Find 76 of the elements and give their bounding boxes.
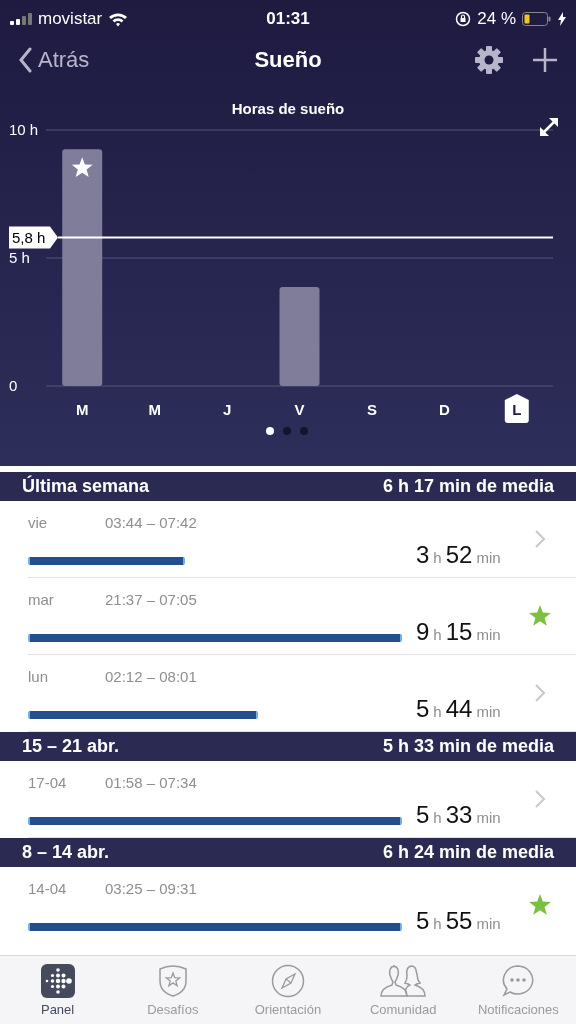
page-dot[interactable] — [283, 427, 291, 435]
rotation-lock-icon — [455, 11, 472, 27]
minutes-unit: min — [476, 549, 501, 566]
time-range: 01:58 – 07:34 — [105, 774, 197, 791]
people-icon — [379, 963, 428, 998]
day-label[interactable]: M — [148, 401, 161, 418]
hours-unit: h — [433, 915, 442, 932]
screen-title: Sueño — [253, 47, 323, 73]
minutes-unit: min — [476, 915, 501, 932]
time-range: 03:44 – 07:42 — [105, 514, 197, 531]
day-label[interactable]: S — [366, 401, 377, 418]
day-label[interactable]: J — [222, 401, 232, 418]
page-dot[interactable] — [300, 427, 308, 435]
minutes-unit: min — [476, 626, 501, 643]
time-range: 03:25 – 09:31 — [105, 880, 197, 897]
axis-label: 5 h — [9, 249, 30, 266]
sleep-entry[interactable]: mar 21:37 – 07:05 9 h 15 min — [28, 578, 576, 655]
entry-day: 14-04 — [28, 880, 105, 897]
day-label[interactable]: L — [512, 401, 522, 418]
time-range: 21:37 – 07:05 — [105, 591, 197, 608]
battery-percent: 24 % — [477, 9, 516, 29]
axis-label: 10 h — [9, 121, 39, 138]
page-dot[interactable] — [266, 427, 274, 435]
duration-hours: 5 — [416, 907, 430, 935]
tab-item[interactable]: Panel — [1, 963, 114, 1017]
charging-bolt-icon — [558, 12, 566, 26]
duration-minutes: 44 — [445, 695, 473, 723]
dots-logo-icon — [40, 963, 75, 998]
duration-hours: 9 — [416, 618, 430, 646]
plus-icon[interactable] — [532, 47, 558, 73]
time-range: 02:12 – 08:01 — [105, 668, 197, 685]
day-label[interactable]: M — [75, 401, 89, 418]
signal-icon — [10, 13, 32, 25]
selected-day-marker — [504, 394, 529, 423]
section-title: Última semana — [22, 476, 150, 497]
chart-title: Horas de sueño — [231, 100, 345, 117]
duration-minutes: 52 — [445, 541, 473, 569]
section-average: 5 h 33 min de media — [382, 736, 554, 757]
duration-hours: 3 — [416, 541, 430, 569]
hours-unit: h — [433, 549, 442, 566]
wifi-icon — [108, 11, 129, 27]
settings-icon[interactable] — [474, 45, 504, 75]
clock-time: 01:31 — [265, 9, 311, 29]
entry-day: lun — [28, 668, 105, 685]
section-average: 6 h 17 min de media — [382, 476, 554, 497]
chevron-left-icon — [18, 47, 32, 73]
entry-day: 17-04 — [28, 774, 105, 791]
section-title: 15 – 21 abr. — [22, 736, 120, 757]
day-label[interactable]: V — [294, 401, 305, 418]
hours-unit: h — [433, 809, 442, 826]
duration-hours: 5 — [416, 695, 430, 723]
axis-label: 0 — [9, 377, 18, 394]
duration-hours: 5 — [416, 801, 430, 829]
compass-icon — [270, 963, 305, 998]
sleep-entry[interactable]: vie 03:44 – 07:42 3 h 52 min — [28, 501, 576, 578]
expand-icon[interactable] — [538, 116, 560, 138]
section-average: 6 h 24 min de media — [382, 842, 554, 863]
duration-minutes: 55 — [445, 907, 473, 935]
entry-day: mar — [28, 591, 105, 608]
chat-bubble-icon — [501, 963, 536, 998]
duration-minutes: 15 — [445, 618, 473, 646]
entry-day: vie — [28, 514, 105, 531]
battery-icon — [522, 12, 552, 26]
carrier-name: movistar — [38, 9, 103, 29]
ref-line-label: 5,8 h — [12, 228, 46, 246]
average-tag: 5,8 h — [9, 226, 58, 249]
sleep-entry[interactable]: 14-04 03:25 – 09:31 5 h 55 min — [28, 867, 576, 943]
duration-minutes: 33 — [445, 801, 473, 829]
day-label[interactable]: D — [438, 401, 450, 418]
minutes-unit: min — [476, 809, 501, 826]
hours-unit: h — [433, 626, 442, 643]
hours-unit: h — [433, 703, 442, 720]
section-title: 8 – 14 abr. — [22, 842, 110, 863]
chart-bar[interactable] — [62, 149, 103, 386]
back-button[interactable]: Atrás — [18, 47, 90, 73]
minutes-unit: min — [476, 703, 501, 720]
